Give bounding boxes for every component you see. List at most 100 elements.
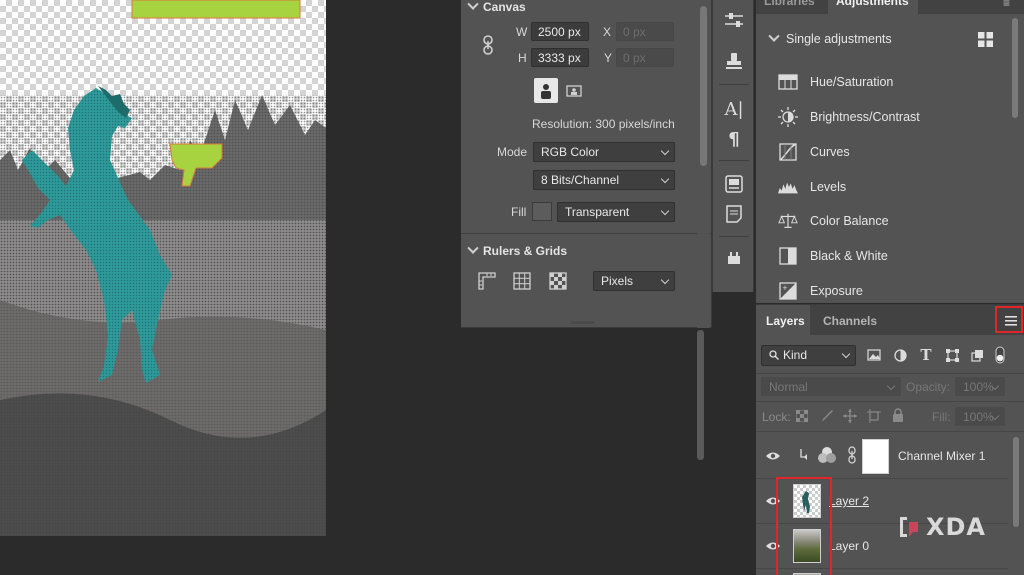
- layer-filter-select[interactable]: Kind: [761, 345, 856, 366]
- strip-divider: [719, 84, 749, 85]
- filter-shape-icon[interactable]: [944, 347, 960, 363]
- chevron-down-icon: [660, 206, 670, 216]
- scrollbar-thumb[interactable]: [700, 6, 707, 166]
- canvas-scrollbar[interactable]: [697, 330, 704, 460]
- layers-scrollbar[interactable]: [1013, 437, 1019, 527]
- library-icon[interactable]: [722, 172, 746, 196]
- ruler-units-select[interactable]: Pixels: [593, 271, 675, 291]
- opacity-field[interactable]: 100%: [955, 377, 1005, 396]
- document-canvas[interactable]: [0, 0, 326, 536]
- filter-smart-object-icon[interactable]: [969, 347, 985, 363]
- clipping-arrow-icon: [799, 449, 809, 464]
- layers-divider: [756, 431, 1024, 432]
- canvas-artwork: [0, 0, 326, 536]
- pixel-grid-icon[interactable]: [547, 270, 569, 292]
- height-field[interactable]: 3333 px: [531, 48, 589, 67]
- properties-scrollbar[interactable]: [697, 0, 710, 328]
- adjust-icon[interactable]: [722, 8, 746, 32]
- color-mode-select[interactable]: RGB Color: [533, 142, 675, 162]
- fill-select[interactable]: Transparent: [557, 202, 675, 222]
- adjustment-hue-saturation[interactable]: Hue/Saturation: [778, 73, 893, 91]
- highlight-thumbnails: [776, 477, 832, 575]
- tab-libraries[interactable]: Libraries: [764, 0, 815, 8]
- fill-opacity-value: 100%: [963, 410, 994, 424]
- adjustment-curves[interactable]: Curves: [778, 143, 850, 161]
- layers-divider: [756, 373, 1024, 374]
- filter-type-icon[interactable]: T: [918, 346, 934, 364]
- fill-opacity-field[interactable]: 100%: [955, 407, 1005, 426]
- chevron-down-icon: [768, 30, 780, 42]
- notes-icon[interactable]: [722, 202, 746, 226]
- adjustment-exposure[interactable]: + Exposure: [778, 282, 863, 300]
- rulers-section-header[interactable]: Rulers & Grids: [467, 242, 567, 258]
- black-white-icon: [778, 247, 798, 265]
- portrait-orientation-button[interactable]: [534, 78, 558, 103]
- link-dimensions-icon[interactable]: [481, 34, 495, 56]
- blend-mode-select[interactable]: Normal: [761, 377, 901, 396]
- filter-pixel-icon[interactable]: [866, 347, 882, 363]
- filter-toggle-icon[interactable]: [993, 345, 1007, 365]
- fill-label: Fill: [511, 205, 527, 219]
- single-adjustments-header[interactable]: Single adjustments: [768, 30, 892, 46]
- curves-icon: [778, 143, 798, 161]
- color-mode-value: RGB Color: [541, 145, 600, 159]
- brightness-icon: [778, 107, 798, 127]
- bit-depth-select[interactable]: 8 Bits/Channel: [533, 170, 675, 190]
- adjustment-levels[interactable]: Levels: [778, 178, 846, 196]
- width-field[interactable]: 2500 px: [531, 22, 589, 41]
- character-icon[interactable]: A|: [722, 97, 746, 121]
- canvas-section-header[interactable]: Canvas: [467, 0, 526, 14]
- y-field[interactable]: 0 px: [616, 48, 674, 67]
- adjustment-color-balance[interactable]: Color Balance: [778, 212, 889, 230]
- x-label: X: [603, 25, 612, 39]
- adjustments-tab-bar: Libraries Adjustments ≡: [756, 0, 1024, 14]
- fill-label-layers: Fill:: [932, 410, 951, 424]
- lock-position-icon[interactable]: [842, 408, 858, 424]
- layer-name[interactable]: Layer 2: [829, 494, 869, 508]
- single-adjustments-title: Single adjustments: [786, 32, 892, 46]
- tab-adjustments[interactable]: Adjustments: [836, 0, 909, 8]
- grid-view-icon[interactable]: [978, 32, 993, 50]
- grid-icon[interactable]: [511, 270, 533, 292]
- chevron-down-icon: [467, 0, 479, 10]
- levels-icon: [778, 178, 798, 196]
- chevron-down-icon: [467, 242, 479, 254]
- adjustments-scrollbar[interactable]: [1012, 18, 1018, 118]
- blend-mode-value: Normal: [769, 380, 808, 394]
- properties-panel: Canvas W 2500 px X 0 px H 3333 px Y 0 px…: [461, 0, 712, 328]
- visibility-eye-icon[interactable]: [766, 450, 780, 464]
- lock-pixels-icon[interactable]: [819, 408, 835, 424]
- x-field[interactable]: 0 px: [616, 22, 674, 41]
- layer-name[interactable]: Layer 0: [829, 539, 869, 553]
- panel-menu-icon[interactable]: ≡: [1003, 0, 1010, 10]
- height-label: H: [518, 51, 527, 65]
- adjustment-black-white[interactable]: Black & White: [778, 247, 888, 265]
- tab-layers[interactable]: Layers: [766, 314, 805, 328]
- fill-swatch[interactable]: [532, 202, 552, 221]
- landscape-orientation-button[interactable]: [562, 80, 586, 102]
- watermark-text: XDA: [926, 513, 986, 541]
- highlight-menu-button: [995, 306, 1023, 333]
- lock-label: Lock:: [762, 410, 791, 424]
- panel-resize-handle[interactable]: [571, 321, 595, 324]
- tab-channels[interactable]: Channels: [823, 314, 877, 328]
- lock-all-icon[interactable]: [890, 407, 906, 423]
- section-divider: [461, 233, 711, 234]
- tool-preset-icon[interactable]: [722, 246, 746, 270]
- paragraph-icon[interactable]: ¶: [722, 127, 746, 151]
- layer-name[interactable]: Channel Mixer 1: [898, 449, 985, 463]
- stamp-icon[interactable]: [722, 50, 746, 74]
- lock-transparency-icon[interactable]: [794, 408, 810, 424]
- layer-mask-thumbnail[interactable]: [862, 439, 889, 474]
- adjustment-label: Brightness/Contrast: [810, 110, 920, 124]
- layer-row-channel-mixer[interactable]: Channel Mixer 1: [756, 435, 1008, 479]
- adjustments-panel: Libraries Adjustments ≡ Single adjustmen…: [756, 0, 1024, 303]
- adjustment-label: Curves: [810, 145, 850, 159]
- lock-artboard-icon[interactable]: [866, 408, 882, 424]
- strip-divider: [719, 236, 749, 237]
- ruler-units-value: Pixels: [601, 274, 634, 288]
- filter-adjustment-icon[interactable]: [892, 347, 908, 363]
- ruler-icon[interactable]: [476, 270, 498, 292]
- adjustment-brightness-contrast[interactable]: Brightness/Contrast: [778, 107, 920, 127]
- chevron-down-icon: [660, 146, 670, 156]
